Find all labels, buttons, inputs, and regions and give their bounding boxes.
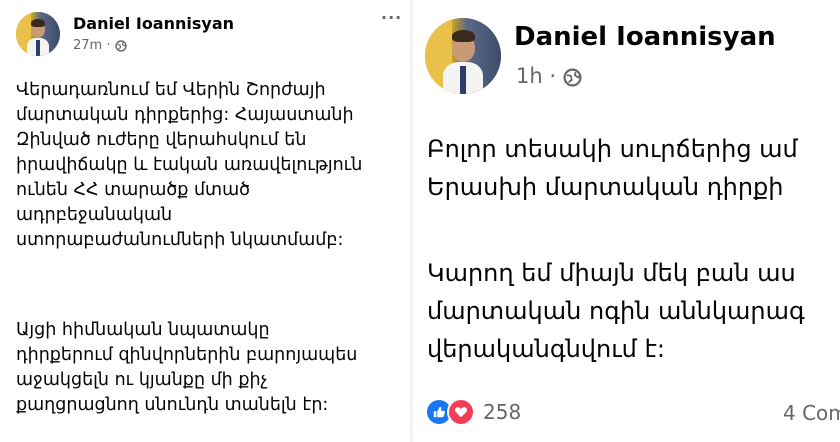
right-author-name[interactable]: Daniel Ioannisyan <box>514 22 776 52</box>
text-line: ադրբեջանական <box>16 205 173 225</box>
right-meta-separator: · <box>549 64 557 88</box>
text-line: աջակցելն ու կյանքը մի քիչ <box>16 370 268 390</box>
right-post: Daniel Ioannisyan 1h · Բոլոր տեսակի սուր… <box>413 0 840 442</box>
reaction-summary[interactable]: 258 <box>425 398 521 426</box>
left-paragraph-2: Այցի հիմնական նպատակը դիրքերում զինվորնե… <box>16 318 357 418</box>
right-paragraph-2: Կարող եմ միայն մեկ բան աս մարտական ոգին … <box>427 254 805 368</box>
text-line: Զինված ուժերը վերահսկում են <box>16 130 307 150</box>
left-meta-separator: · <box>106 38 111 53</box>
text-line: Վերադառնում եմ Վերին Շորժայի <box>16 80 326 100</box>
right-post-meta: 1h · <box>516 64 582 88</box>
right-author-avatar[interactable] <box>425 18 501 94</box>
text-line: իրավիճակը և էական առավելություն <box>16 155 363 175</box>
globe-icon <box>114 39 127 52</box>
text-line: մարտական ոգին աննկարագ <box>427 297 805 325</box>
comments-link[interactable]: 4 Com <box>783 401 840 425</box>
left-paragraph-1: Վերադառնում եմ Վերին Շորժայի մարտական դի… <box>16 78 362 253</box>
left-post: Daniel Ioannisyan 27m · ··· Վերադառնում … <box>0 0 410 442</box>
right-post-time[interactable]: 1h <box>516 64 543 88</box>
left-author-avatar[interactable] <box>16 12 60 56</box>
globe-icon <box>563 67 582 87</box>
text-line: ստորաբաժանումների նկատմամբ: <box>16 230 344 250</box>
text-line: քաղցրացնող սնունդն տանելն էր: <box>16 395 329 415</box>
left-post-time[interactable]: 27m <box>73 38 102 53</box>
text-line: Բոլոր տեսակի սուրճերից ամ <box>427 135 798 163</box>
text-line: մարտական դիրքերից: Հայաստանի <box>16 105 354 125</box>
text-line: ունեն ՀՀ տարածք մտած <box>16 180 251 200</box>
text-line: Կարող եմ միայն մեկ բան աս <box>427 259 796 287</box>
more-options-icon[interactable]: ··· <box>381 8 402 27</box>
left-author-name[interactable]: Daniel Ioannisyan <box>73 14 234 33</box>
text-line: դիրքերում զինվորներին բարոյապես <box>16 345 358 365</box>
text-line: Այցի հիմնական նպատակը <box>16 320 270 340</box>
text-line: վերականգնվում է: <box>427 335 665 363</box>
reaction-count: 258 <box>483 400 522 424</box>
love-reaction-icon <box>447 398 475 426</box>
right-paragraph-1: Բոլոր տեսակի սուրճերից ամ Երասխի մարտակա… <box>427 130 798 206</box>
text-line: Երասխի մարտական դիրքի <box>427 173 784 201</box>
left-post-meta: 27m · <box>73 38 127 53</box>
